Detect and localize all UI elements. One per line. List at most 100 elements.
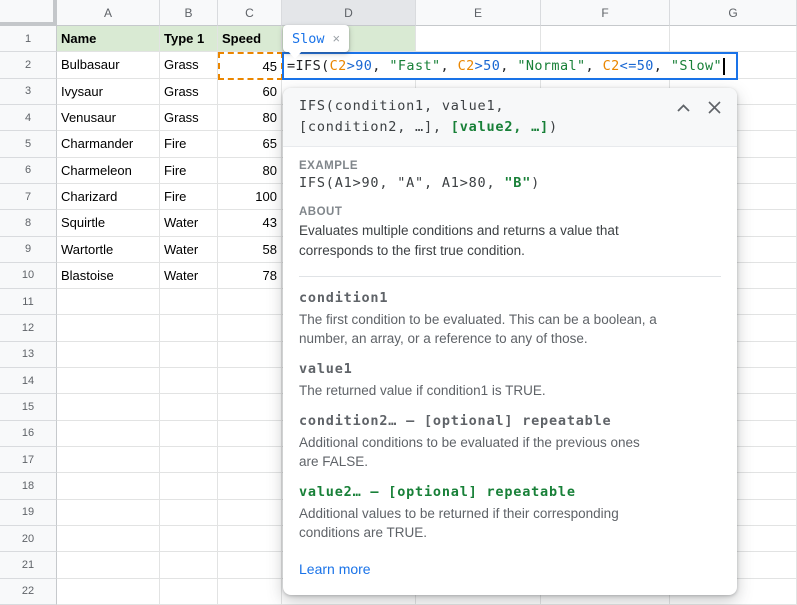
- tooltip-close-icon[interactable]: ×: [333, 32, 341, 45]
- cell-B14[interactable]: [160, 368, 218, 394]
- cell-B5[interactable]: Fire: [160, 131, 218, 157]
- cell-C4[interactable]: 80: [218, 105, 282, 131]
- cell-C17[interactable]: [218, 447, 282, 473]
- row-header-5[interactable]: 5: [0, 131, 57, 157]
- row-header-14[interactable]: 14: [0, 368, 57, 394]
- row-header-17[interactable]: 17: [0, 447, 57, 473]
- cell-C13[interactable]: [218, 342, 282, 368]
- cell-C18[interactable]: [218, 473, 282, 499]
- cell-A19[interactable]: [57, 500, 160, 526]
- cell-F1[interactable]: [541, 26, 670, 52]
- cell-B15[interactable]: [160, 394, 218, 420]
- cell-C8[interactable]: 43: [218, 210, 282, 236]
- cell-B21[interactable]: [160, 552, 218, 578]
- column-header-D[interactable]: D: [282, 0, 416, 26]
- cell-A8[interactable]: Squirtle: [57, 210, 160, 236]
- row-header-4[interactable]: 4: [0, 105, 57, 131]
- cell-A22[interactable]: [57, 579, 160, 605]
- cell-C22[interactable]: [218, 579, 282, 605]
- row-header-11[interactable]: 11: [0, 289, 57, 315]
- cell-A5[interactable]: Charmander: [57, 131, 160, 157]
- cell-C12[interactable]: [218, 315, 282, 341]
- cell-A12[interactable]: [57, 315, 160, 341]
- row-header-1[interactable]: 1: [0, 26, 57, 52]
- column-header-B[interactable]: B: [160, 0, 218, 26]
- row-header-18[interactable]: 18: [0, 473, 57, 499]
- row-header-2[interactable]: 2: [0, 52, 57, 78]
- cell-C9[interactable]: 58: [218, 237, 282, 263]
- formula-edit-cell[interactable]: =IFS(C2>90, "Fast", C2>50, "Normal", C2<…: [282, 52, 738, 80]
- select-all-corner[interactable]: [0, 0, 57, 26]
- cell-A21[interactable]: [57, 552, 160, 578]
- row-header-21[interactable]: 21: [0, 552, 57, 578]
- cell-B16[interactable]: [160, 421, 218, 447]
- row-header-9[interactable]: 9: [0, 237, 57, 263]
- row-header-22[interactable]: 22: [0, 579, 57, 605]
- cell-B22[interactable]: [160, 579, 218, 605]
- cell-B2[interactable]: Grass: [160, 52, 218, 78]
- row-header-6[interactable]: 6: [0, 158, 57, 184]
- cell-B8[interactable]: Water: [160, 210, 218, 236]
- cell-C5[interactable]: 65: [218, 131, 282, 157]
- row-header-15[interactable]: 15: [0, 394, 57, 420]
- learn-more-link[interactable]: Learn more: [299, 561, 371, 577]
- cell-A9[interactable]: Wartortle: [57, 237, 160, 263]
- cell-C19[interactable]: [218, 500, 282, 526]
- cell-C1[interactable]: Speed: [218, 26, 282, 52]
- cell-B6[interactable]: Fire: [160, 158, 218, 184]
- cell-A13[interactable]: [57, 342, 160, 368]
- cell-C15[interactable]: [218, 394, 282, 420]
- row-header-12[interactable]: 12: [0, 315, 57, 341]
- cell-A18[interactable]: [57, 473, 160, 499]
- cell-A17[interactable]: [57, 447, 160, 473]
- cell-C16[interactable]: [218, 421, 282, 447]
- cell-B3[interactable]: Grass: [160, 79, 218, 105]
- cell-C10[interactable]: 78: [218, 263, 282, 289]
- cell-B20[interactable]: [160, 526, 218, 552]
- row-header-19[interactable]: 19: [0, 500, 57, 526]
- cell-A14[interactable]: [57, 368, 160, 394]
- cell-A6[interactable]: Charmeleon: [57, 158, 160, 184]
- cell-B1[interactable]: Type 1: [160, 26, 218, 52]
- collapse-chevron-up-icon[interactable]: [677, 104, 690, 112]
- cell-A20[interactable]: [57, 526, 160, 552]
- cell-A10[interactable]: Blastoise: [57, 263, 160, 289]
- cell-B10[interactable]: Water: [160, 263, 218, 289]
- cell-B11[interactable]: [160, 289, 218, 315]
- cell-C20[interactable]: [218, 526, 282, 552]
- row-header-8[interactable]: 8: [0, 210, 57, 236]
- row-header-3[interactable]: 3: [0, 79, 57, 105]
- cell-B12[interactable]: [160, 315, 218, 341]
- cell-A2[interactable]: Bulbasaur: [57, 52, 160, 78]
- cell-A3[interactable]: Ivysaur: [57, 79, 160, 105]
- row-header-10[interactable]: 10: [0, 263, 57, 289]
- cell-B18[interactable]: [160, 473, 218, 499]
- cell-C3[interactable]: 60: [218, 79, 282, 105]
- cell-G1[interactable]: [670, 26, 797, 52]
- cell-C7[interactable]: 100: [218, 184, 282, 210]
- cell-B17[interactable]: [160, 447, 218, 473]
- cell-A7[interactable]: Charizard: [57, 184, 160, 210]
- row-header-7[interactable]: 7: [0, 184, 57, 210]
- cell-B4[interactable]: Grass: [160, 105, 218, 131]
- row-header-13[interactable]: 13: [0, 342, 57, 368]
- cell-C6[interactable]: 80: [218, 158, 282, 184]
- row-header-16[interactable]: 16: [0, 421, 57, 447]
- close-icon[interactable]: [708, 101, 721, 114]
- column-header-A[interactable]: A: [57, 0, 160, 26]
- cell-E1[interactable]: [416, 26, 541, 52]
- cell-C21[interactable]: [218, 552, 282, 578]
- cell-B7[interactable]: Fire: [160, 184, 218, 210]
- column-header-C[interactable]: C: [218, 0, 282, 26]
- cell-A1[interactable]: Name: [57, 26, 160, 52]
- cell-A11[interactable]: [57, 289, 160, 315]
- cell-A16[interactable]: [57, 421, 160, 447]
- column-header-E[interactable]: E: [416, 0, 541, 26]
- cell-B13[interactable]: [160, 342, 218, 368]
- cell-C14[interactable]: [218, 368, 282, 394]
- column-header-G[interactable]: G: [670, 0, 797, 26]
- referenced-cell-c2[interactable]: 45: [218, 52, 283, 80]
- cell-B19[interactable]: [160, 500, 218, 526]
- cell-A15[interactable]: [57, 394, 160, 420]
- cell-B9[interactable]: Water: [160, 237, 218, 263]
